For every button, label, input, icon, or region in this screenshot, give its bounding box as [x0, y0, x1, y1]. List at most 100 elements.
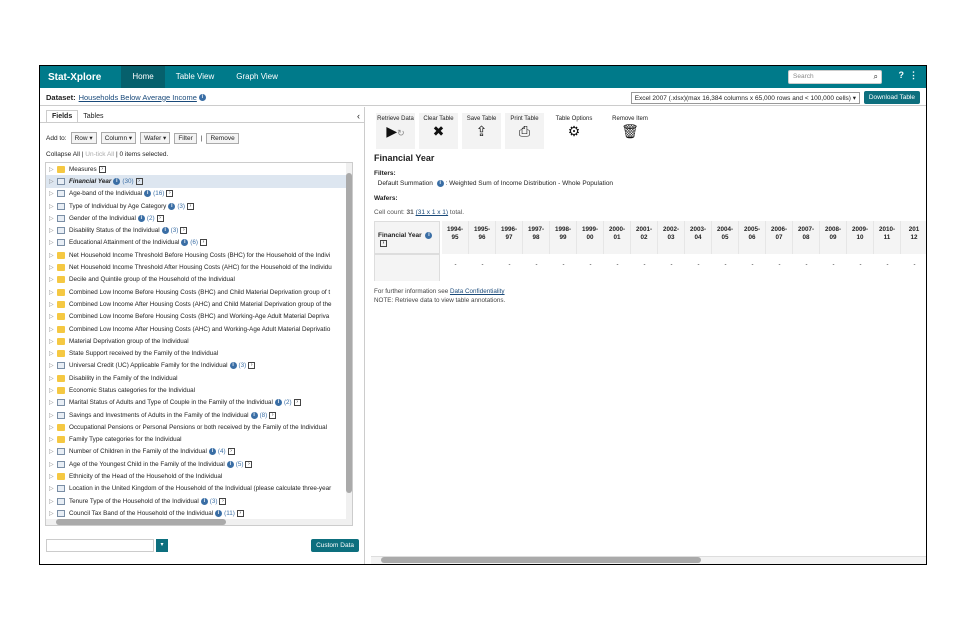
chevron-right-icon[interactable]: › — [293, 399, 301, 407]
expand-icon[interactable]: ▷ — [49, 448, 57, 455]
table-options-button[interactable]: Table Options ⚙ — [548, 113, 600, 149]
tree-item[interactable]: ▷ Location in the United Kingdom of the H… — [46, 483, 352, 495]
search-icon[interactable]: ⌕ — [874, 72, 878, 82]
info-icon[interactable]: i — [198, 93, 206, 101]
info-icon[interactable]: i — [215, 509, 223, 517]
year-column-header[interactable]: 2003- 04 — [685, 221, 712, 254]
chevron-right-icon[interactable]: › — [180, 227, 188, 235]
info-icon[interactable]: i — [144, 190, 152, 198]
chevron-right-icon[interactable]: › — [248, 362, 256, 370]
tree-item[interactable]: ▷ Number of Children in the Family of the… — [46, 446, 352, 458]
year-column-header[interactable]: 2005- 06 — [739, 221, 766, 254]
tree-item[interactable]: ▷ Marital Status of Adults and Type of Co… — [46, 397, 352, 409]
chevron-right-icon[interactable]: › — [187, 202, 195, 210]
year-column-header[interactable]: 1998- 99 — [550, 221, 577, 254]
expand-icon[interactable]: ▷ — [49, 362, 57, 369]
print-table-button[interactable]: Print Table ⎙ — [505, 113, 544, 149]
year-column-header[interactable]: 2004- 05 — [712, 221, 739, 254]
tree-item[interactable]: ▷ Combined Low Income Before Housing Cost… — [46, 311, 352, 323]
year-column-header[interactable]: 1997- 98 — [523, 221, 550, 254]
tree-item[interactable]: ▷ Material Deprivation group of the Indiv… — [46, 335, 352, 347]
info-icon[interactable]: i — [226, 460, 234, 468]
year-column-header[interactable]: 1996- 97 — [496, 221, 523, 254]
info-icon[interactable]: i — [137, 214, 145, 222]
expand-icon[interactable]: ▷ — [49, 350, 57, 357]
tree-item[interactable]: ▷ Decile and Quintile group of the Househ… — [46, 274, 352, 286]
add-filter-button[interactable]: Filter — [174, 132, 197, 144]
chevron-right-icon[interactable]: › — [269, 411, 277, 419]
year-column-header[interactable]: 1995- 96 — [469, 221, 496, 254]
tree-vertical-scrollbar[interactable] — [346, 163, 352, 525]
year-column-header[interactable]: 2006- 07 — [766, 221, 793, 254]
filter-name[interactable]: Default Summation — [378, 180, 433, 187]
info-icon[interactable]: i — [436, 179, 444, 187]
expand-icon[interactable]: ▷ — [49, 252, 57, 259]
year-column-header[interactable]: 2001- 02 — [631, 221, 658, 254]
download-table-button[interactable]: Download Table — [863, 91, 920, 104]
expand-icon[interactable]: ▷ — [49, 239, 57, 246]
expand-icon[interactable]: ▷ — [49, 461, 57, 468]
scroll-thumb[interactable] — [346, 173, 352, 493]
expand-icon[interactable]: ▷ — [49, 498, 57, 505]
tree-item[interactable]: ▷ Net Household Income Threshold Before H… — [46, 249, 352, 261]
scroll-thumb[interactable] — [56, 519, 226, 525]
search-input[interactable]: Search ⌕ — [788, 70, 882, 84]
chevron-right-icon[interactable]: › — [236, 509, 244, 517]
year-column-header[interactable]: 2000- 01 — [604, 221, 631, 254]
info-icon[interactable]: i — [208, 448, 216, 456]
tab-tables[interactable]: Tables — [78, 111, 108, 122]
tree-item[interactable]: ▷ Financial Year i (30) › — [46, 175, 352, 188]
expand-icon[interactable]: ▷ — [49, 215, 57, 222]
save-table-button[interactable]: Save Table ⇪ — [462, 113, 501, 149]
help-icon[interactable]: ? — [899, 70, 905, 80]
expand-icon[interactable]: ▷ — [49, 289, 57, 296]
year-column-header[interactable]: 2007- 08 — [793, 221, 820, 254]
scroll-thumb[interactable] — [381, 557, 701, 563]
expand-icon[interactable]: ▷ — [49, 338, 57, 345]
dataset-name-link[interactable]: Households Below Average Income — [79, 93, 197, 102]
expand-icon[interactable]: ▷ — [49, 326, 57, 333]
info-icon[interactable]: i — [200, 497, 208, 505]
nav-graph-view[interactable]: Graph View — [225, 66, 289, 88]
chevron-right-icon[interactable]: › — [227, 448, 235, 456]
expand-icon[interactable]: ▷ — [49, 313, 57, 320]
expand-icon[interactable]: ▷ — [49, 190, 57, 197]
tree-horizontal-scrollbar[interactable] — [46, 519, 346, 525]
tree-item[interactable]: ▷ State Support received by the Family of… — [46, 347, 352, 359]
add-row-button[interactable]: Row ▾ — [70, 132, 97, 144]
tab-fields[interactable]: Fields — [46, 110, 79, 122]
expand-icon[interactable]: ▷ — [49, 203, 57, 210]
expand-icon[interactable]: ▷ — [49, 301, 57, 308]
info-icon[interactable]: i — [181, 239, 189, 247]
chevron-right-icon[interactable]: › — [245, 460, 253, 468]
info-icon[interactable]: i — [168, 202, 176, 210]
expand-icon[interactable]: ▷ — [49, 412, 57, 419]
tree-item[interactable]: ▷ Gender of the Individual i (2) › — [46, 212, 352, 224]
tree-item[interactable]: ▷ Educational Attainment of the Individua… — [46, 237, 352, 249]
expand-icon[interactable]: ▷ — [49, 436, 57, 443]
expand-icon[interactable]: ▷ — [49, 264, 57, 271]
chevron-right-icon[interactable]: › — [166, 190, 174, 198]
info-icon[interactable]: i — [161, 227, 169, 235]
info-icon[interactable]: i — [113, 177, 121, 185]
clear-table-button[interactable]: Clear Table ✖ — [419, 113, 458, 149]
tree-item[interactable]: ▷ Age of the Youngest Child in the Family… — [46, 458, 352, 470]
year-column-header[interactable]: 201 12 — [901, 221, 926, 254]
tree-item[interactable]: ▷ Type of Individual by Age Category i (3) › — [46, 200, 352, 212]
year-column-header[interactable]: 2008- 09 — [820, 221, 847, 254]
tree-item[interactable]: ▷ Universal Credit (UC) Applicable Family… — [46, 360, 352, 372]
tree-item[interactable]: ▷ Measures › — [46, 163, 352, 175]
tree-item[interactable]: ▷ Council Tax Band of the Household of th… — [46, 507, 352, 519]
find-dropdown-icon[interactable]: ▾ — [156, 539, 168, 552]
year-column-header[interactable]: 2009- 10 — [847, 221, 874, 254]
collapse-panel-icon[interactable]: ‹ — [357, 111, 360, 121]
custom-data-button[interactable]: Custom Data — [311, 539, 359, 552]
year-column-header[interactable]: 1994- 95 — [442, 221, 469, 254]
tree-item[interactable]: ▷ Disability in the Family of the Individ… — [46, 372, 352, 384]
info-icon[interactable]: i — [425, 232, 433, 239]
chevron-right-icon[interactable]: › — [380, 240, 387, 248]
tree-item[interactable]: ▷ Occupational Pensions or Personal Pensi… — [46, 421, 352, 433]
expand-icon[interactable]: ▷ — [49, 387, 57, 394]
tree-item[interactable]: ▷ Tenure Type of the Household of the Ind… — [46, 495, 352, 507]
tree-item[interactable]: ▷ Net Household Income Threshold After Ho… — [46, 261, 352, 273]
